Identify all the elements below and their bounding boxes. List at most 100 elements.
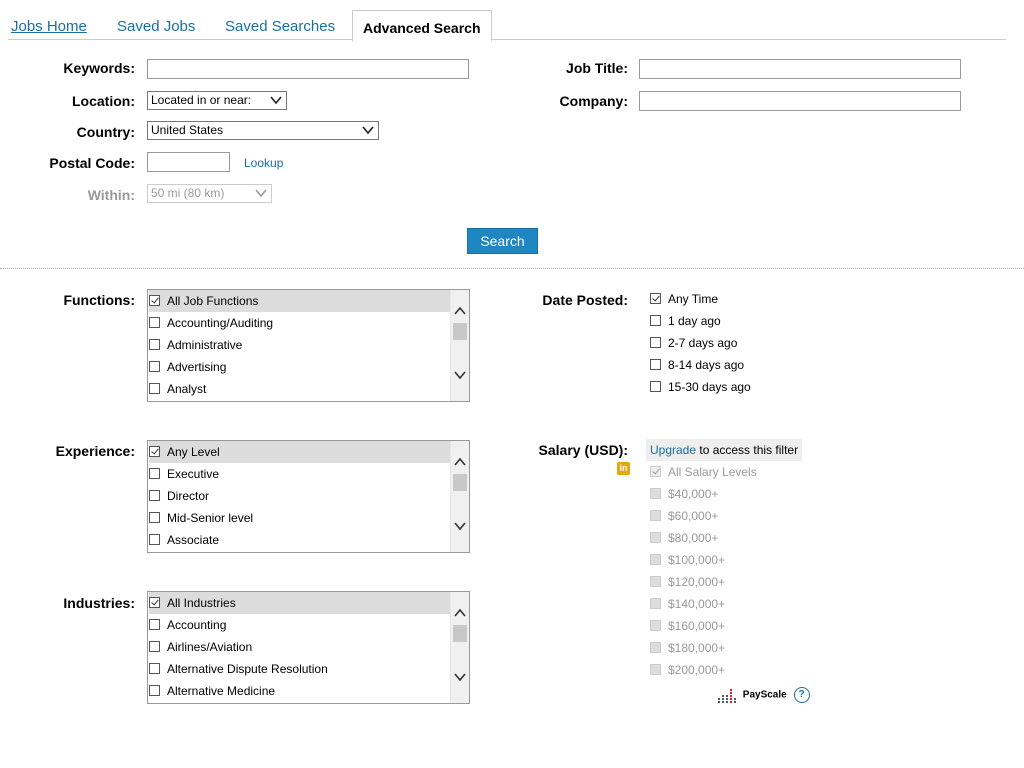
chevron-down-icon[interactable]: [454, 521, 466, 531]
postal-code-input[interactable]: [147, 152, 230, 172]
industries-option[interactable]: All Industries: [149, 592, 451, 614]
industries-label: Industries:: [63, 595, 135, 611]
date-posted-option[interactable]: 15-30 days ago: [650, 376, 751, 398]
salary-option: $80,000+: [650, 527, 718, 549]
checkbox-icon[interactable]: [149, 490, 160, 502]
linkedin-premium-icon: in: [617, 462, 630, 475]
salary-option: $200,000+: [650, 659, 725, 681]
functions-option[interactable]: Analyst: [149, 378, 451, 400]
date-posted-option[interactable]: Any Time: [650, 288, 718, 310]
location-select-value: Located in or near:: [151, 93, 252, 107]
section-divider: [0, 268, 1024, 269]
scrollbar-thumb[interactable]: [453, 625, 467, 642]
tab-bar: Jobs Home Saved Jobs Saved Searches Adva…: [0, 0, 1008, 42]
experience-scrollbar[interactable]: [450, 441, 469, 552]
within-label: Within:: [87, 187, 135, 203]
job-title-input[interactable]: [639, 59, 961, 79]
within-select[interactable]: 50 mi (80 km): [147, 184, 272, 203]
checkbox-icon[interactable]: [149, 339, 160, 351]
chevron-down-icon[interactable]: [454, 370, 466, 380]
chevron-down-icon[interactable]: [454, 672, 466, 682]
checkbox-icon[interactable]: [650, 359, 661, 371]
tab-advanced-search[interactable]: Advanced Search: [352, 10, 492, 42]
checkbox-icon[interactable]: [149, 383, 160, 395]
postal-code-label: Postal Code:: [49, 155, 135, 171]
checkbox-checked-icon[interactable]: [650, 293, 661, 305]
tab-jobs-home[interactable]: Jobs Home: [11, 18, 87, 35]
checkbox-checked-icon[interactable]: [149, 446, 160, 458]
experience-option[interactable]: Mid-Senior level: [149, 507, 451, 529]
tab-saved-jobs[interactable]: Saved Jobs: [117, 18, 195, 35]
country-select-value: United States: [151, 123, 224, 137]
company-label: Company:: [559, 93, 628, 109]
salary-option: $180,000+: [650, 637, 725, 659]
upgrade-link[interactable]: Upgrade: [650, 443, 696, 457]
checkbox-icon[interactable]: [650, 337, 661, 349]
checkbox-checked-icon[interactable]: [149, 295, 160, 307]
chevron-up-icon[interactable]: [454, 306, 466, 316]
chevron-down-icon: [255, 189, 267, 198]
experience-option[interactable]: Any Level: [149, 441, 451, 463]
checkbox-icon[interactable]: [149, 663, 160, 675]
upgrade-banner: Upgrade to access this filter: [646, 439, 803, 461]
checkbox-icon[interactable]: [149, 317, 160, 329]
date-posted-option[interactable]: 1 day ago: [650, 310, 721, 332]
scrollbar-thumb[interactable]: [453, 323, 467, 340]
location-select[interactable]: Located in or near:: [147, 91, 287, 110]
date-posted-option[interactable]: 2-7 days ago: [650, 332, 737, 354]
checkbox-icon: [650, 488, 661, 500]
checkbox-icon[interactable]: [650, 315, 661, 327]
checkbox-icon[interactable]: [149, 534, 160, 546]
payscale-logo: PayScale ?: [718, 686, 810, 706]
help-icon[interactable]: ?: [793, 687, 810, 703]
within-select-value: 50 mi (80 km): [151, 186, 225, 200]
experience-option[interactable]: Director: [149, 485, 451, 507]
industries-option[interactable]: Alternative Medicine: [149, 680, 451, 702]
checkbox-icon[interactable]: [149, 512, 160, 524]
lookup-link[interactable]: Lookup: [244, 156, 283, 170]
checkbox-icon: [650, 642, 661, 654]
salary-option: $120,000+: [650, 571, 725, 593]
functions-option[interactable]: All Job Functions: [149, 290, 451, 312]
salary-option: All Salary Levels: [650, 461, 757, 483]
checkbox-icon[interactable]: [149, 361, 160, 373]
search-button[interactable]: Search: [467, 228, 538, 254]
scrollbar-thumb[interactable]: [453, 474, 467, 491]
industries-listbox[interactable]: All Industries Accounting Airlines/Aviat…: [147, 591, 470, 704]
checkbox-icon: [650, 532, 661, 544]
company-input[interactable]: [639, 91, 961, 111]
functions-label: Functions:: [63, 292, 135, 308]
industries-option[interactable]: Alternative Dispute Resolution: [149, 658, 451, 680]
experience-listbox[interactable]: Any Level Executive Director Mid-Senior …: [147, 440, 470, 553]
industries-option[interactable]: Accounting: [149, 614, 451, 636]
functions-option[interactable]: Advertising: [149, 356, 451, 378]
salary-option: $140,000+: [650, 593, 725, 615]
date-posted-option[interactable]: 8-14 days ago: [650, 354, 744, 376]
checkbox-icon[interactable]: [650, 381, 661, 393]
industries-scrollbar[interactable]: [450, 592, 469, 703]
functions-option[interactable]: Administrative: [149, 334, 451, 356]
checkbox-icon[interactable]: [149, 468, 160, 480]
chevron-up-icon[interactable]: [454, 608, 466, 618]
checkbox-icon[interactable]: [149, 685, 160, 697]
tab-saved-searches[interactable]: Saved Searches: [225, 18, 335, 35]
tab-underline: [8, 39, 1006, 40]
checkbox-icon[interactable]: [149, 619, 160, 631]
checkbox-icon[interactable]: [149, 641, 160, 653]
chevron-up-icon[interactable]: [454, 457, 466, 467]
industries-option[interactable]: Airlines/Aviation: [149, 636, 451, 658]
payscale-label: PayScale: [742, 689, 787, 701]
keywords-label: Keywords:: [63, 60, 135, 76]
functions-option[interactable]: Accounting/Auditing: [149, 312, 451, 334]
experience-option[interactable]: Executive: [149, 463, 451, 485]
functions-scrollbar[interactable]: [450, 290, 469, 401]
country-select[interactable]: United States: [147, 121, 379, 140]
country-label: Country:: [76, 124, 135, 140]
checkbox-checked-icon[interactable]: [149, 597, 160, 609]
experience-option[interactable]: Associate: [149, 529, 451, 551]
payscale-dots-icon: [718, 689, 736, 703]
functions-listbox[interactable]: All Job Functions Accounting/Auditing Ad…: [147, 289, 470, 402]
keywords-input[interactable]: [147, 59, 469, 79]
salary-option: $60,000+: [650, 505, 718, 527]
chevron-down-icon: [270, 96, 282, 105]
